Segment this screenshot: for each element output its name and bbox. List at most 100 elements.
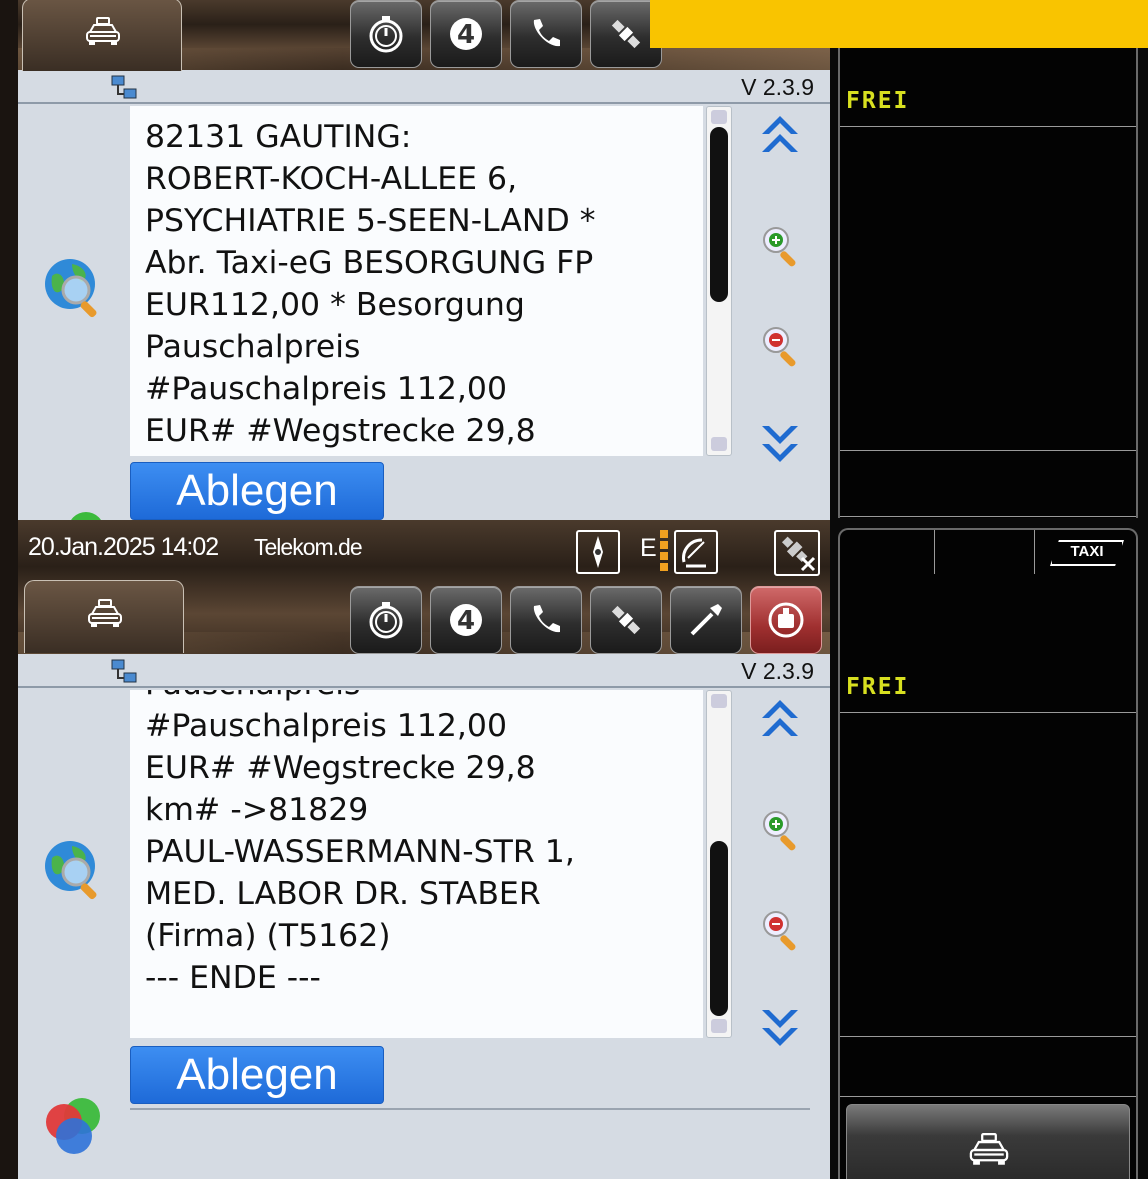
network-connection-icon [111,659,137,683]
phone-button[interactable] [510,586,582,654]
gps-button[interactable] [590,586,662,654]
double-chevron-up-icon [762,116,798,152]
map-search-button[interactable] [42,838,108,908]
meter-divider [840,450,1136,451]
ablegen-button[interactable]: Ablegen [130,462,384,520]
scroll-down-arrow[interactable] [711,1019,727,1033]
signal-bars [660,530,668,574]
taximeter-panel: FREI [838,0,1138,518]
message-text: Pauschalpreis #Pauschalpreis 112,00 EUR#… [145,690,575,996]
taxi-icon [86,17,120,45]
carrier-name: Telekom.de [254,534,363,560]
message-box[interactable]: 82131 GAUTING: ROBERT-KOCH-ALLEE 6, PSYC… [130,106,703,456]
double-chevron-up-icon [762,700,798,736]
dispatch-zone-button[interactable]: 4 [430,586,502,654]
status-and-toolbar: 20.Jan.2025 14:02 Telekom.de E 4 [18,520,830,654]
phone-icon [533,605,560,633]
zoom-out-button[interactable] [760,324,804,372]
scroll-up-arrow[interactable] [711,110,727,124]
timer-icon [369,16,403,53]
timer-button[interactable] [350,586,422,654]
message-text: 82131 GAUTING: ROBERT-KOCH-ALLEE 6, PSYC… [145,119,596,449]
phone-icon [533,19,560,47]
ablegen-button[interactable]: Ablegen [130,1046,384,1104]
scroll-thumb[interactable] [710,127,728,302]
gps-satellite-icon [611,605,641,635]
meter-taxi-button[interactable] [846,1104,1130,1179]
globe-search-icon [45,259,97,318]
page-up-button[interactable] [758,694,802,744]
emergency-icon [768,602,804,638]
page-down-button[interactable] [758,422,802,472]
scroll-down-arrow[interactable] [711,437,727,451]
double-chevron-down-icon [762,426,798,462]
scroll-up-arrow[interactable] [711,694,727,708]
meter-status: FREI [846,674,910,700]
divider-line [18,686,830,688]
yellow-banner [650,0,1148,48]
timer-icon [369,602,403,639]
dispatch-zone-button[interactable]: 4 [430,0,502,68]
network-type: E [640,534,657,562]
double-chevron-down-icon [762,1010,798,1046]
globe-search-icon [45,841,97,900]
message-content-area: V 2.3.9 Pauschalpreis #Pauschalpreis 112… [18,654,830,1179]
zoom-in-icon [763,811,796,851]
zoom-in-button[interactable] [760,224,804,272]
satellite-dish-icon [682,538,706,568]
compass-icon [593,536,603,568]
zoom-out-icon [763,911,796,951]
meter-divider [840,1096,1136,1097]
app-version: V 2.3.9 [741,658,814,684]
meter-status: FREI [846,88,910,114]
colors-icon-partial [71,512,101,520]
top-screen-panel: 4 V 2.3.9 82131 GAUTING: ROBERT-KOCH-ALL… [0,0,1148,520]
taxi-tab[interactable] [22,0,182,71]
meter-divider [840,516,1136,517]
message-content-area: V 2.3.9 82131 GAUTING: ROBERT-KOCH-ALLEE… [18,70,830,520]
zoom-in-button[interactable] [760,808,804,856]
taxi-sign: TAXI [1050,540,1124,566]
emergency-button[interactable] [750,586,822,654]
svg-text:4: 4 [457,20,475,50]
tools-icon [690,604,722,636]
tools-button[interactable] [670,586,742,654]
phone-button[interactable] [510,0,582,68]
message-box[interactable]: Pauschalpreis #Pauschalpreis 112,00 EUR#… [130,690,703,1038]
map-search-button[interactable] [42,256,108,326]
color-circles-icon [46,1098,100,1154]
gps-satellite-icon [611,19,641,49]
meter-divider [934,530,935,574]
taxi-tab[interactable] [24,580,184,653]
datetime: 20.Jan.2025 14:02 [28,533,219,561]
gps-off-indicator [774,530,820,576]
meter-divider [840,1036,1136,1037]
taxi-sign-label: TAXI [1070,543,1104,560]
zoom-out-icon [763,327,796,367]
dispatch-zone-icon: 4 [450,604,482,636]
bottom-screen-panel: 20.Jan.2025 14:02 Telekom.de E 4 V 2.3.9… [0,520,1148,1179]
scroll-thumb[interactable] [710,841,728,1016]
timer-button[interactable] [350,0,422,68]
meter-divider [840,126,1136,127]
page-up-button[interactable] [758,110,802,160]
message-scrollbar[interactable] [706,106,732,456]
meter-divider [840,712,1136,713]
left-edge-strip [0,0,18,520]
antenna-indicator [674,530,718,574]
left-edge-strip [0,520,18,1179]
page-down-button[interactable] [758,1006,802,1056]
network-connection-icon [111,75,137,99]
message-scrollbar[interactable] [706,690,732,1038]
zoom-in-icon [763,227,796,267]
taximeter-panel: TAXI FREI [838,528,1138,1179]
dispatch-zone-icon: 4 [450,18,482,50]
taxi-icon [88,599,122,627]
zoom-out-button[interactable] [760,908,804,956]
colors-button[interactable] [40,1092,108,1164]
app-version: V 2.3.9 [741,74,814,100]
compass-indicator [576,530,620,574]
divider-line [18,102,830,104]
meter-divider [1034,530,1035,574]
gps-off-icon [781,536,816,572]
